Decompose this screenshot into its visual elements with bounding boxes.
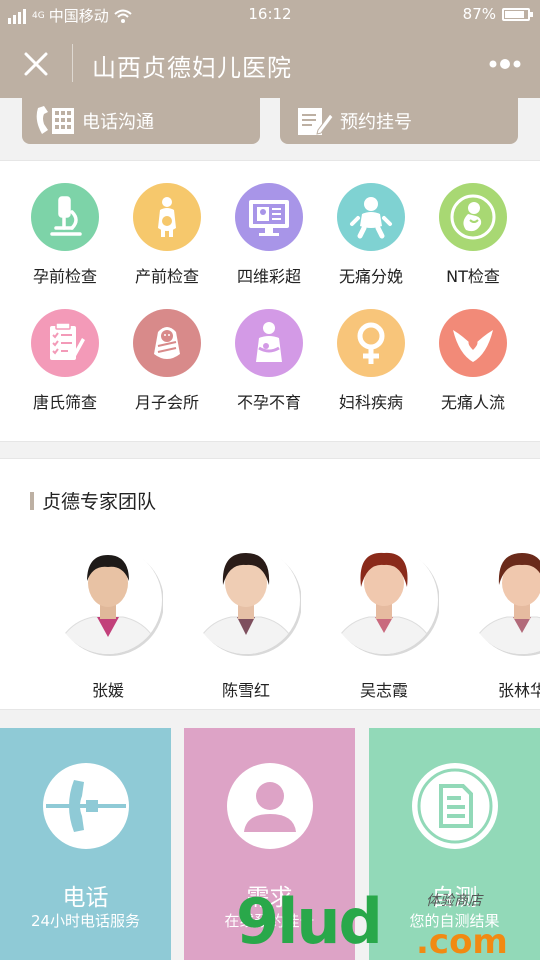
tile-title: 自测 [431, 885, 478, 911]
service-label: 唐氏筛查 [32, 393, 97, 412]
phone-icon [43, 763, 129, 849]
user-icon [227, 763, 313, 849]
phone-keypad-icon [36, 106, 74, 134]
service-label: 四维彩超 [236, 267, 301, 286]
service-painless-abortion[interactable]: 无痛人流 [422, 309, 524, 413]
phone-consult-button[interactable]: 电话沟通 [22, 98, 260, 144]
doctor-name: 张媛 [91, 681, 124, 700]
service-circle [235, 309, 303, 377]
tile-request[interactable]: 需求 在线预约挂号 [184, 728, 355, 960]
doctor-name: 张林华 [497, 681, 540, 700]
service-label: 产前检查 [134, 267, 199, 286]
close-icon[interactable] [18, 46, 54, 82]
nav-bar: 山西贞德妇儿医院 [0, 30, 540, 98]
tile-phone[interactable]: 电话 24小时电话服务 [0, 728, 171, 960]
service-label: 妇科疾病 [338, 393, 403, 412]
service-circle [133, 309, 201, 377]
fetus-icon [450, 194, 496, 240]
service-label: 不孕不育 [236, 393, 301, 412]
doctor-card[interactable]: 吴志霞 [324, 541, 444, 700]
service-confinement-club[interactable]: 月子会所 [116, 309, 218, 413]
service-painless-delivery[interactable]: 无痛分娩 [320, 183, 422, 287]
service-label: NT检查 [446, 267, 500, 286]
doctor-name: 吴志霞 [359, 681, 408, 700]
battery-percent: 87% [462, 5, 496, 23]
heart-hands-icon [453, 330, 493, 362]
service-label: 孕前检查 [32, 267, 97, 286]
service-circle [337, 309, 405, 377]
service-circle [31, 309, 99, 377]
tile-subtitle: 在线预约挂号 [224, 912, 315, 930]
service-label: 月子会所 [134, 393, 199, 412]
swaddled-baby-icon [154, 327, 180, 359]
checklist-icon [50, 322, 85, 360]
experts-title: 贞德专家团队 [42, 491, 157, 513]
service-prenatal[interactable]: 产前检查 [116, 183, 218, 287]
phone-consult-label: 电话沟通 [82, 112, 154, 133]
pregnant-woman-icon [158, 197, 176, 237]
service-prepregnancy[interactable]: 孕前检查 [14, 183, 116, 287]
more-options-icon[interactable] [488, 52, 522, 76]
status-right: 87% [462, 5, 533, 23]
book-appointment-button[interactable]: 预约挂号 [280, 98, 518, 144]
service-label: 无痛人流 [440, 393, 505, 412]
service-infertility[interactable]: 不孕不育 [218, 309, 320, 413]
service-4d-ultrasound[interactable]: 四维彩超 [218, 183, 320, 287]
doctor-card[interactable]: 陈雪红 [186, 541, 306, 700]
doctor-portrait [191, 541, 302, 659]
doctor-portrait [329, 541, 440, 659]
doctor-portrait [53, 541, 164, 659]
service-circle [235, 183, 303, 251]
service-nt-check[interactable]: NT检查 [422, 183, 524, 287]
clipboard-edit-icon [298, 108, 334, 135]
doctor-name: 陈雪红 [221, 681, 270, 700]
microscope-icon [50, 196, 82, 236]
quick-actions: 电话沟通 预约挂号 [0, 98, 540, 160]
tile-subtitle: 您的自测结果 [409, 912, 500, 930]
service-circle [439, 309, 507, 377]
baby-icon [350, 197, 392, 239]
monitor-icon [249, 200, 289, 236]
bottom-tiles: 电话 24小时电话服务 需求 在线预约挂号 自测 您的自测结果 [0, 728, 540, 960]
battery-icon [502, 7, 533, 21]
doctor-portrait [467, 541, 540, 659]
service-circle [439, 183, 507, 251]
tile-title: 需求 [246, 885, 293, 911]
service-circle [133, 183, 201, 251]
female-symbol-icon [357, 322, 385, 364]
status-time: 16:12 [248, 5, 292, 23]
nav-divider [72, 44, 73, 82]
tile-title: 电话 [62, 885, 109, 911]
doctor-card[interactable]: 张林华 [462, 541, 540, 700]
heading-accent-bar [30, 491, 34, 510]
section-heading: 贞德专家团队 [30, 487, 156, 514]
doctor-card[interactable]: 张媛 [48, 541, 168, 700]
status-bar: 4G 中国移动 16:12 87% [0, 0, 540, 30]
tile-self-test[interactable]: 自测 您的自测结果 [369, 728, 540, 960]
mother-infant-icon [256, 322, 282, 362]
service-label: 无痛分娩 [338, 267, 403, 286]
page-title: 山西贞德妇儿医院 [92, 54, 292, 82]
service-down-screening[interactable]: 唐氏筛查 [14, 309, 116, 413]
tile-subtitle: 24小时电话服务 [30, 912, 141, 930]
service-circle [31, 183, 99, 251]
experts-section: 贞德专家团队 张媛 陈雪红 吴志霞 张林 [0, 458, 540, 710]
document-icon [412, 763, 498, 849]
book-appointment-label: 预约挂号 [340, 112, 412, 133]
services-grid: 孕前检查 产前检查 四维彩超 无痛分娩 NT检查 唐氏筛查 月子会所 不孕不育 … [0, 160, 540, 442]
service-circle [337, 183, 405, 251]
service-gynecology[interactable]: 妇科疾病 [320, 309, 422, 413]
